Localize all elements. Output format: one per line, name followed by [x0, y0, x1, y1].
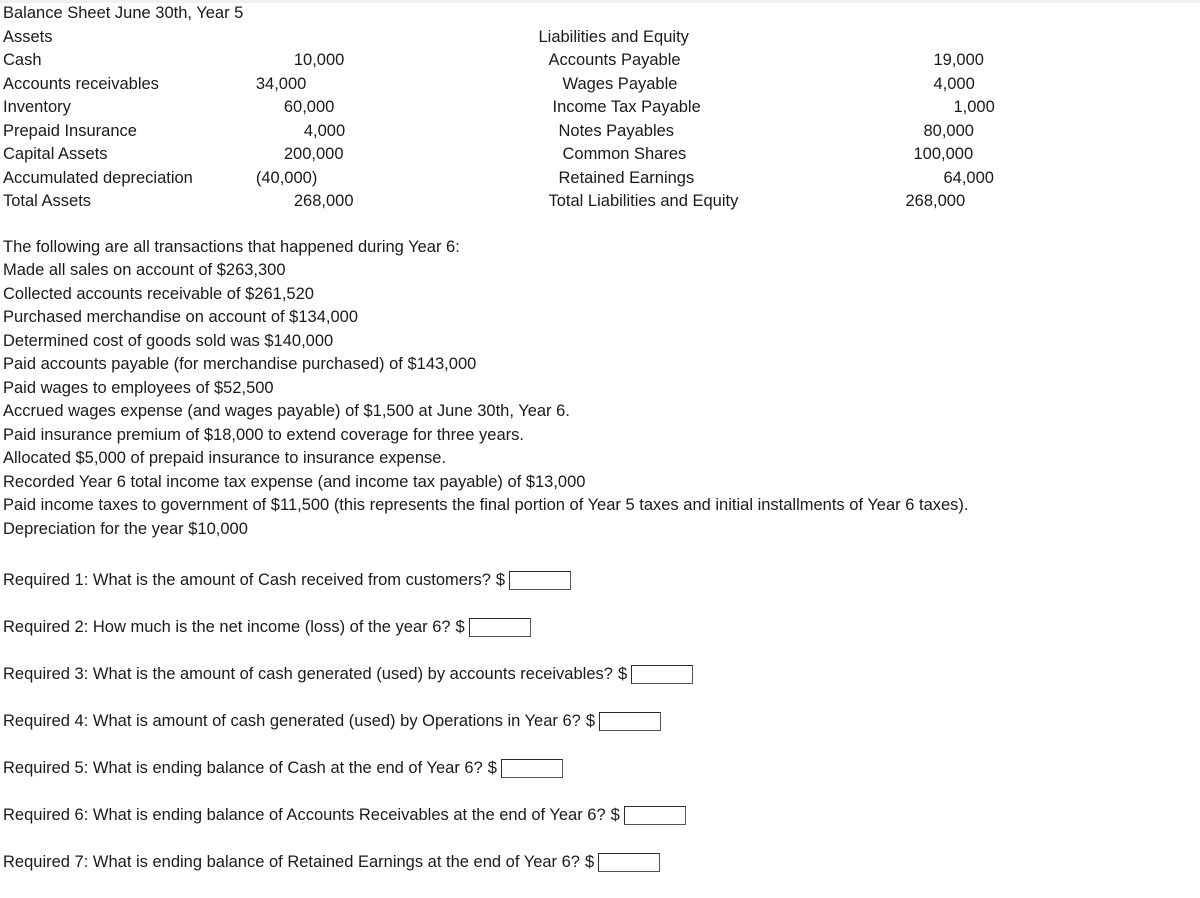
transaction-item: Purchased merchandise on account of $134… — [3, 308, 358, 326]
row-value-income-tax-payable: 1,000 — [953, 98, 995, 116]
dollar-sign-icon: $ — [584, 853, 595, 871]
transaction-item: Collected accounts receivable of $261,52… — [3, 284, 314, 303]
dollar-sign-icon: $ — [585, 712, 596, 730]
row-value-prepaid-insurance: 4,000 — [303, 121, 346, 140]
answer-input-4[interactable] — [599, 712, 662, 731]
liabilities-header-spacer — [895, 26, 1193, 50]
answer-input-3[interactable] — [631, 665, 694, 684]
transaction-item: Determined cost of goods sold was $140,0… — [3, 331, 334, 350]
assets-header-spacer — [256, 26, 539, 50]
row-label-wages-payable: Wages Payable — [562, 74, 678, 93]
requirement-label-4: Required 4: What is amount of cash gener… — [3, 712, 581, 730]
liabilities-equity-header: Liabilities and Equity — [538, 27, 689, 46]
row-value-notes-payables: 80,000 — [923, 121, 974, 140]
row-value-accounts-payable: 19,000 — [933, 51, 984, 69]
requirement-row-6: Required 6: What is ending balance of Ac… — [3, 804, 1200, 827]
dollar-sign-icon: $ — [617, 665, 628, 683]
table-row: Inventory 60,000 Income Tax Payable 1,00… — [3, 96, 1193, 120]
table-row: Cash 10,000 Accounts Payable 19,000 — [3, 49, 1193, 73]
row-value-capital-assets: 200,000 — [283, 145, 344, 163]
balance-sheet-table: Assets Liabilities and Equity Cash 10,00… — [3, 26, 1193, 214]
row-value-retained-earnings: 64,000 — [943, 168, 994, 187]
transaction-item: Made all sales on account of $263,300 — [3, 261, 286, 279]
row-value-total-liabilities-equity: 268,000 — [905, 192, 966, 210]
transaction-item: Accrued wages expense (and wages payable… — [3, 402, 570, 420]
requirement-row-1: Required 1: What is the amount of Cash r… — [3, 569, 1200, 592]
row-value-cash: 10,000 — [293, 51, 345, 69]
row-label-retained-earnings: Retained Earnings — [558, 168, 695, 187]
requirement-row-3: Required 3: What is the amount of cash g… — [3, 663, 1200, 686]
table-row: Prepaid Insurance 4,000 Notes Payables 8… — [3, 120, 1193, 144]
balance-sheet-header-row: Assets Liabilities and Equity — [3, 26, 1193, 50]
answer-input-6[interactable] — [623, 806, 686, 825]
row-label-accumulated-depreciation: Accumulated depreciation — [3, 168, 193, 187]
table-row: Capital Assets 200,000 Common Shares 100… — [3, 143, 1193, 167]
requirement-row-2: Required 2: How much is the net income (… — [3, 616, 1200, 639]
requirement-label-5: Required 5: What is ending balance of Ca… — [3, 759, 483, 777]
transactions-section: The following are all transactions that … — [3, 236, 1200, 542]
dollar-sign-icon: $ — [455, 618, 465, 636]
transactions-intro: The following are all transactions that … — [3, 237, 460, 256]
row-label-accounts-payable: Accounts Payable — [548, 51, 681, 69]
row-label-total-liabilities-equity: Total Liabilities and Equity — [548, 192, 739, 210]
requirement-label-7: Required 7: What is ending balance of Re… — [3, 853, 580, 871]
dollar-sign-icon: $ — [487, 759, 497, 777]
row-label-accounts-receivables: Accounts receivables — [3, 74, 159, 93]
row-label-income-tax-payable: Income Tax Payable — [552, 98, 701, 116]
row-label-cash: Cash — [3, 51, 42, 69]
transaction-item: Recorded Year 6 total income tax expense… — [3, 472, 586, 491]
balance-sheet-section: Balance Sheet June 30th, Year 5 Assets L… — [3, 2, 1200, 214]
requirement-label-2: Required 2: How much is the net income (… — [3, 618, 451, 636]
transaction-item: Depreciation for the year $10,000 — [3, 519, 248, 538]
answer-input-2[interactable] — [468, 618, 531, 637]
answer-input-5[interactable] — [500, 759, 563, 778]
row-label-inventory: Inventory — [3, 98, 71, 116]
requirement-row-5: Required 5: What is ending balance of Ca… — [3, 757, 1200, 780]
row-label-notes-payables: Notes Payables — [558, 121, 675, 140]
worksheet-page: Balance Sheet June 30th, Year 5 Assets L… — [0, 0, 1200, 898]
requirement-label-6: Required 6: What is ending balance of Ac… — [3, 806, 606, 824]
transaction-item: Allocated $5,000 of prepaid insurance to… — [3, 449, 447, 467]
row-label-common-shares: Common Shares — [562, 145, 687, 163]
answer-input-1[interactable] — [509, 571, 572, 590]
dollar-sign-icon: $ — [610, 806, 620, 824]
requirement-label-3: Required 3: What is the amount of cash g… — [3, 665, 613, 683]
row-value-inventory: 60,000 — [283, 98, 335, 116]
row-label-capital-assets: Capital Assets — [3, 145, 108, 163]
table-row: Accounts receivables 34,000 Wages Payabl… — [3, 73, 1193, 97]
requirement-label-1: Required 1: What is the amount of Cash r… — [3, 571, 491, 589]
transaction-item: Paid accounts payable (for merchandise p… — [3, 355, 477, 373]
row-value-total-assets: 268,000 — [293, 192, 354, 210]
transaction-item: Paid wages to employees of $52,500 — [3, 378, 274, 397]
assets-header: Assets — [3, 27, 53, 46]
row-label-total-assets: Total Assets — [3, 192, 92, 210]
row-label-prepaid-insurance: Prepaid Insurance — [3, 121, 137, 140]
balance-sheet-title: Balance Sheet June 30th, Year 5 — [3, 4, 244, 22]
row-value-wages-payable: 4,000 — [933, 74, 975, 93]
requirement-row-7: Required 7: What is ending balance of Re… — [3, 851, 1200, 874]
row-value-accumulated-depreciation: (40,000) — [255, 168, 318, 187]
table-row: Accumulated depreciation (40,000) Retain… — [3, 167, 1193, 191]
transaction-item: Paid insurance premium of $18,000 to ext… — [3, 425, 524, 444]
requirement-row-4: Required 4: What is amount of cash gener… — [3, 710, 1200, 733]
row-value-accounts-receivables: 34,000 — [255, 74, 307, 93]
table-row: Total Assets 268,000 Total Liabilities a… — [3, 190, 1193, 214]
transaction-item: Paid income taxes to government of $11,5… — [3, 496, 969, 514]
answer-input-7[interactable] — [598, 853, 661, 872]
row-value-common-shares: 100,000 — [913, 145, 974, 163]
requirements-section: Required 1: What is the amount of Cash r… — [3, 569, 1200, 874]
dollar-sign-icon: $ — [495, 571, 506, 589]
